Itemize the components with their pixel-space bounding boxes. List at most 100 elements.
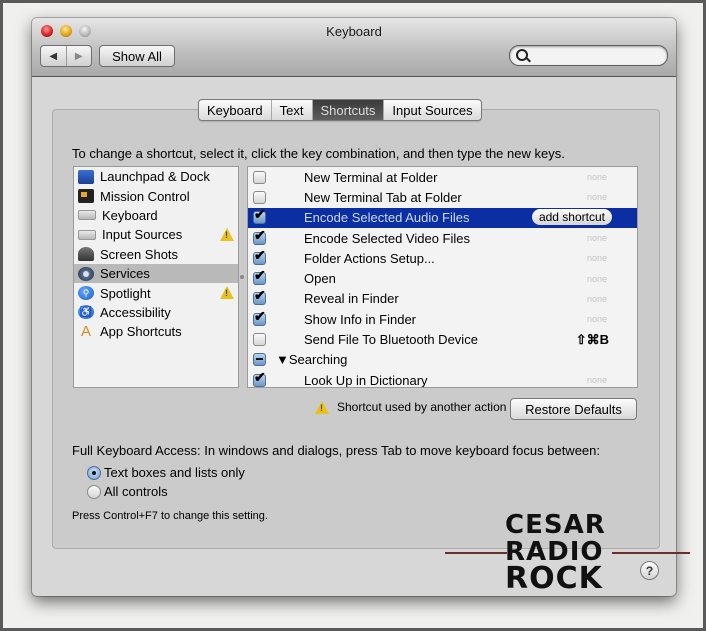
restore-defaults-button[interactable]: Restore Defaults bbox=[510, 398, 637, 420]
radio-label: All controls bbox=[104, 484, 168, 499]
tab-text[interactable]: Text bbox=[272, 100, 313, 120]
group-checkbox[interactable] bbox=[253, 353, 266, 367]
category-label: Accessibility bbox=[100, 304, 171, 320]
keyboard-icon bbox=[78, 210, 96, 221]
radio-button[interactable] bbox=[87, 465, 101, 480]
forward-icon[interactable]: ▶ bbox=[67, 46, 92, 66]
shortcut-checkbox[interactable] bbox=[253, 227, 266, 245]
radio-button[interactable] bbox=[87, 484, 101, 499]
conflict-legend: Shortcut used by another action bbox=[315, 400, 506, 414]
group-label[interactable]: ▼Searching bbox=[276, 352, 347, 367]
category-list[interactable]: Launchpad & Dock Mission Control Keyboar… bbox=[73, 166, 239, 388]
shortcut-row[interactable]: Encode Selected Video Files none bbox=[248, 227, 637, 248]
shortcut-checkbox[interactable] bbox=[253, 190, 266, 204]
shortcut-key[interactable]: none bbox=[587, 314, 607, 324]
shortcut-checkbox[interactable] bbox=[253, 206, 266, 225]
warning-icon bbox=[220, 228, 234, 242]
shortcut-row[interactable]: Look Up in Dictionary none bbox=[248, 369, 637, 388]
shortcut-list[interactable]: New Terminal at Folder none New Terminal… bbox=[247, 166, 638, 388]
shortcut-key[interactable]: none bbox=[587, 172, 607, 182]
window-title: Keyboard bbox=[326, 24, 382, 39]
keyboard-access-hint: Press Control+F7 to change this setting. bbox=[72, 510, 268, 522]
shortcut-row[interactable]: Send File To Bluetooth Device ⇧⌘B bbox=[248, 329, 637, 349]
shortcut-key[interactable]: none bbox=[587, 233, 607, 243]
shortcut-label: Reveal in Finder bbox=[304, 291, 399, 307]
add-shortcut-button[interactable]: add shortcut bbox=[531, 208, 612, 225]
shortcut-checkbox[interactable] bbox=[253, 267, 266, 286]
back-icon[interactable]: ◀ bbox=[41, 46, 67, 66]
tab-input-sources[interactable]: Input Sources bbox=[384, 100, 480, 120]
category-label: Launchpad & Dock bbox=[100, 169, 210, 185]
keyboard-icon bbox=[78, 229, 96, 240]
split-view-handle[interactable] bbox=[240, 275, 244, 279]
launchpad-icon bbox=[78, 169, 94, 184]
app-shortcuts-icon: A bbox=[80, 323, 91, 341]
category-screen-shots[interactable]: Screen Shots bbox=[74, 245, 238, 264]
category-keyboard[interactable]: Keyboard bbox=[74, 206, 238, 225]
tab-bar: Keyboard Text Shortcuts Input Sources bbox=[198, 99, 482, 121]
shortcut-key[interactable]: none bbox=[587, 253, 607, 263]
camera-icon bbox=[78, 247, 94, 262]
tab-keyboard[interactable]: Keyboard bbox=[199, 100, 272, 120]
shortcut-row[interactable]: Show Info in Finder none bbox=[248, 308, 637, 329]
show-all-button[interactable]: Show All bbox=[99, 45, 175, 67]
shortcut-checkbox[interactable] bbox=[253, 170, 266, 184]
category-services[interactable]: Services bbox=[74, 263, 238, 284]
spotlight-icon: ⚲ bbox=[78, 286, 94, 301]
shortcut-row[interactable]: Folder Actions Setup... none bbox=[248, 247, 637, 268]
shortcut-row[interactable]: Open none bbox=[248, 267, 637, 288]
radio-all-controls[interactable]: All controls bbox=[87, 484, 168, 499]
help-button[interactable]: ? bbox=[640, 561, 659, 580]
warning-icon bbox=[315, 400, 329, 414]
search-icon bbox=[516, 49, 528, 61]
category-label: Keyboard bbox=[102, 207, 158, 223]
shortcut-checkbox[interactable] bbox=[253, 247, 266, 265]
shortcut-key[interactable]: ⇧⌘B bbox=[576, 332, 609, 348]
category-label: Services bbox=[100, 266, 150, 282]
shortcut-checkbox[interactable] bbox=[253, 369, 266, 387]
category-label: Screen Shots bbox=[100, 246, 179, 262]
shortcut-label: Open bbox=[304, 271, 336, 287]
shortcut-row[interactable]: New Terminal at Folder none bbox=[248, 167, 637, 187]
category-label: Spotlight bbox=[100, 285, 151, 301]
title-bar: Keyboard ◀ ▶ Show All bbox=[32, 18, 676, 77]
category-spotlight[interactable]: ⚲ Spotlight bbox=[74, 283, 238, 302]
shortcut-checkbox[interactable] bbox=[253, 308, 266, 326]
mission-control-icon bbox=[78, 189, 94, 204]
shortcut-label: Show Info in Finder bbox=[304, 311, 417, 327]
tab-shortcuts[interactable]: Shortcuts bbox=[312, 100, 385, 120]
category-label: Mission Control bbox=[100, 188, 190, 204]
category-launchpad-dock[interactable]: Launchpad & Dock bbox=[74, 167, 238, 186]
shortcut-label: Look Up in Dictionary bbox=[304, 372, 428, 388]
radio-label: Text boxes and lists only bbox=[104, 465, 245, 480]
shortcut-row[interactable]: New Terminal Tab at Folder none bbox=[248, 187, 637, 207]
category-label: Input Sources bbox=[102, 227, 183, 243]
category-label: App Shortcuts bbox=[100, 324, 182, 340]
shortcut-label: Encode Selected Audio Files bbox=[304, 210, 470, 226]
shortcut-key[interactable]: none bbox=[587, 274, 607, 284]
radio-text-boxes-lists[interactable]: Text boxes and lists only bbox=[87, 465, 245, 480]
accessibility-icon: ♿ bbox=[78, 305, 94, 320]
shortcut-label: Encode Selected Video Files bbox=[304, 230, 470, 246]
category-input-sources[interactable]: Input Sources bbox=[74, 225, 238, 244]
shortcut-key[interactable]: none bbox=[587, 375, 607, 385]
shortcut-group-row[interactable]: ▼Searching bbox=[248, 350, 637, 370]
shortcut-checkbox[interactable] bbox=[253, 333, 266, 347]
shortcut-row[interactable]: Reveal in Finder none bbox=[248, 287, 637, 309]
shortcut-label: New Terminal Tab at Folder bbox=[304, 189, 462, 205]
category-accessibility[interactable]: ♿ Accessibility bbox=[74, 303, 238, 322]
shortcut-checkbox[interactable] bbox=[253, 287, 266, 306]
search-field[interactable] bbox=[509, 45, 668, 66]
conflict-text: Shortcut used by another action bbox=[337, 400, 507, 414]
category-mission-control[interactable]: Mission Control bbox=[74, 186, 238, 205]
shortcut-label: Folder Actions Setup... bbox=[304, 250, 435, 266]
gear-icon bbox=[78, 266, 94, 281]
search-input[interactable] bbox=[530, 47, 664, 65]
shortcut-key[interactable]: none bbox=[587, 192, 607, 202]
full-keyboard-access-label: Full Keyboard Access: In windows and dia… bbox=[72, 443, 600, 458]
keyboard-preferences-window: Keyboard ◀ ▶ Show All Keyboard Text Shor… bbox=[32, 18, 676, 596]
shortcut-key[interactable]: none bbox=[587, 294, 607, 304]
category-app-shortcuts[interactable]: A App Shortcuts bbox=[74, 322, 238, 341]
shortcut-label: Send File To Bluetooth Device bbox=[304, 332, 478, 348]
shortcut-row-selected[interactable]: Encode Selected Audio Files add shortcut bbox=[248, 206, 637, 228]
